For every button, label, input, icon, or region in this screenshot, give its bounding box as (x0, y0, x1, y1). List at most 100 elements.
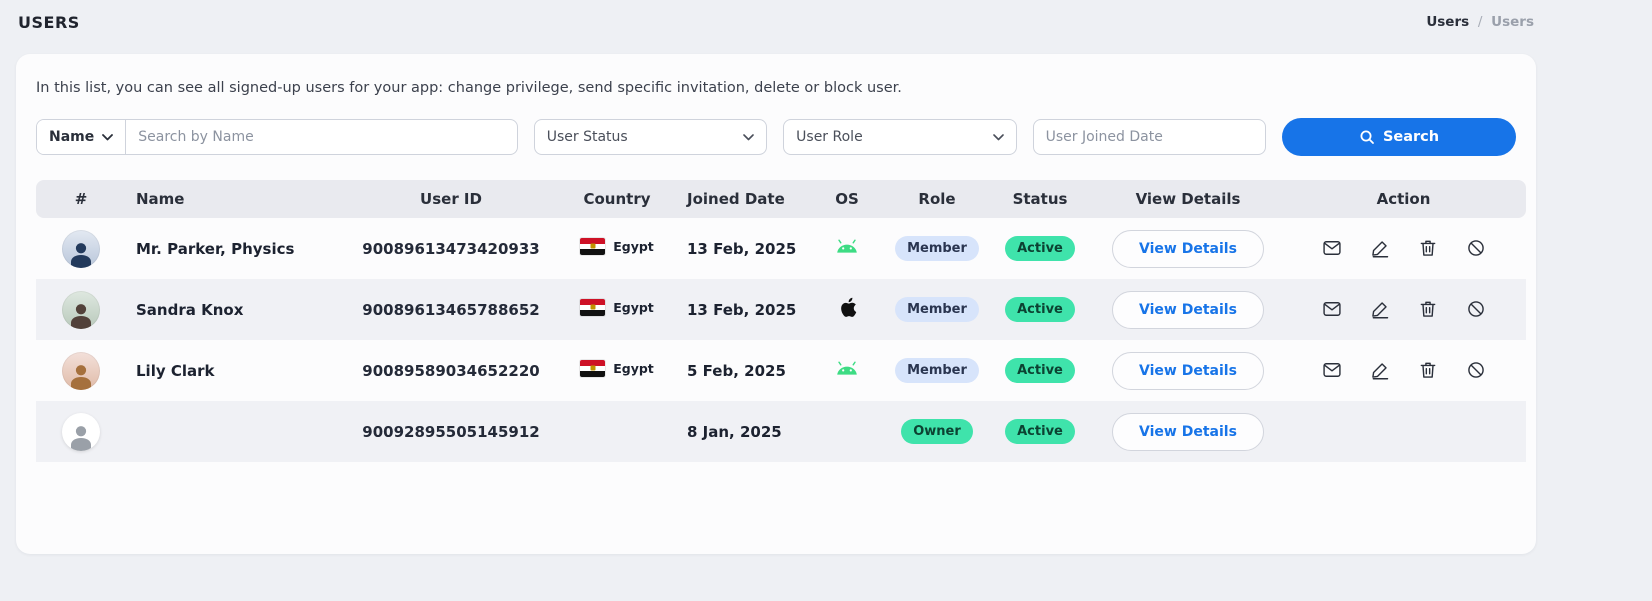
chevron-down-icon (743, 134, 754, 141)
country-cell (561, 401, 673, 462)
view-details-button[interactable]: View Details (1112, 291, 1264, 329)
user-name: Mr. Parker, Physics (126, 218, 341, 279)
edit-button[interactable] (1368, 236, 1392, 260)
app-root: USERS Users / Users In this list, you ca… (0, 0, 1552, 554)
users-table: # Name User ID Country Joined Date OS Ro… (36, 180, 1526, 462)
user-id: 90089613473420933 (341, 218, 561, 279)
apple-icon (837, 296, 857, 323)
status-badge: Active (1005, 236, 1075, 261)
block-icon (1466, 238, 1486, 258)
os-cell (805, 401, 889, 462)
edit-button[interactable] (1368, 297, 1392, 321)
block-icon (1466, 360, 1486, 380)
view-details-button[interactable]: View Details (1112, 230, 1264, 268)
avatar (62, 291, 100, 329)
search-button[interactable]: Search (1282, 118, 1516, 156)
joined-date-input[interactable] (1033, 119, 1266, 155)
action-cell (1281, 340, 1526, 401)
os-cell (805, 218, 889, 279)
block-button[interactable] (1464, 358, 1488, 382)
user-role-select-label: User Role (796, 129, 863, 145)
user-status-select[interactable]: User Status (534, 119, 767, 155)
col-header-role: Role (889, 180, 985, 218)
joined-date: 5 Feb, 2025 (673, 340, 805, 401)
search-button-label: Search (1383, 129, 1439, 145)
edit-button[interactable] (1368, 358, 1392, 382)
avatar (62, 413, 100, 451)
role-badge: Member (895, 297, 979, 322)
page-title: USERS (18, 13, 80, 32)
trash-icon (1418, 360, 1438, 380)
action-cell (1281, 279, 1526, 340)
table-row: Lily Clark 90089589034652220 Egypt 5 Feb… (36, 340, 1526, 401)
android-icon (835, 361, 859, 380)
person-icon (66, 299, 96, 329)
country-cell: Egypt (561, 340, 673, 401)
user-name: Sandra Knox (126, 279, 341, 340)
status-badge: Active (1005, 419, 1075, 444)
search-field-selector[interactable]: Name (37, 120, 126, 154)
role-badge: Member (895, 358, 979, 383)
role-badge: Owner (901, 419, 973, 444)
search-field-selector-label: Name (49, 129, 94, 145)
email-button[interactable] (1320, 358, 1344, 382)
user-id: 90092895505145912 (341, 401, 561, 462)
filters-bar: Name User Status User Role (36, 118, 1516, 156)
email-button[interactable] (1320, 297, 1344, 321)
user-id: 90089589034652220 (341, 340, 561, 401)
col-header-joined-date: Joined Date (673, 180, 805, 218)
user-id: 90089613465788652 (341, 279, 561, 340)
search-input[interactable] (126, 120, 516, 154)
table-row: Sandra Knox 90089613465788652 Egypt 13 F… (36, 279, 1526, 340)
delete-button[interactable] (1416, 358, 1440, 382)
country-label: Egypt (613, 361, 654, 376)
breadcrumb: Users / Users (1426, 14, 1534, 30)
col-header-index: # (36, 180, 126, 218)
pencil-icon (1370, 299, 1390, 319)
status-badge: Active (1005, 297, 1075, 322)
avatar (62, 230, 100, 268)
breadcrumb-separator: / (1478, 14, 1483, 30)
users-table-body: Mr. Parker, Physics 90089613473420933 Eg… (36, 218, 1526, 462)
person-icon (66, 360, 96, 390)
avatar (62, 352, 100, 390)
action-cell (1281, 401, 1526, 462)
block-icon (1466, 299, 1486, 319)
breadcrumb-current: Users (1491, 14, 1534, 30)
country-label: Egypt (613, 300, 654, 315)
person-icon (66, 421, 96, 451)
block-button[interactable] (1464, 297, 1488, 321)
breadcrumb-root[interactable]: Users (1426, 14, 1469, 30)
country-label: Egypt (613, 239, 654, 254)
block-button[interactable] (1464, 236, 1488, 260)
envelope-icon (1322, 238, 1342, 258)
action-cell (1281, 218, 1526, 279)
chevron-down-icon (102, 134, 113, 141)
email-button[interactable] (1320, 236, 1344, 260)
trash-icon (1418, 299, 1438, 319)
role-badge: Member (895, 236, 979, 261)
col-header-user-id: User ID (341, 180, 561, 218)
joined-date: 8 Jan, 2025 (673, 401, 805, 462)
android-icon (835, 239, 859, 258)
delete-button[interactable] (1416, 297, 1440, 321)
col-header-country: Country (561, 180, 673, 218)
envelope-icon (1322, 299, 1342, 319)
col-header-action: Action (1281, 180, 1526, 218)
users-card: In this list, you can see all signed-up … (16, 54, 1536, 554)
col-header-os: OS (805, 180, 889, 218)
user-role-select[interactable]: User Role (783, 119, 1016, 155)
pencil-icon (1370, 360, 1390, 380)
view-details-button[interactable]: View Details (1112, 413, 1264, 451)
table-row: 90092895505145912 8 Jan, 2025 (36, 401, 1526, 462)
joined-date: 13 Feb, 2025 (673, 279, 805, 340)
country-cell: Egypt (561, 218, 673, 279)
search-group: Name (36, 119, 518, 155)
egypt-flag-icon (580, 299, 605, 316)
egypt-flag-icon (580, 360, 605, 377)
view-details-button[interactable]: View Details (1112, 352, 1264, 390)
col-header-name: Name (126, 180, 341, 218)
egypt-flag-icon (580, 238, 605, 255)
trash-icon (1418, 238, 1438, 258)
delete-button[interactable] (1416, 236, 1440, 260)
